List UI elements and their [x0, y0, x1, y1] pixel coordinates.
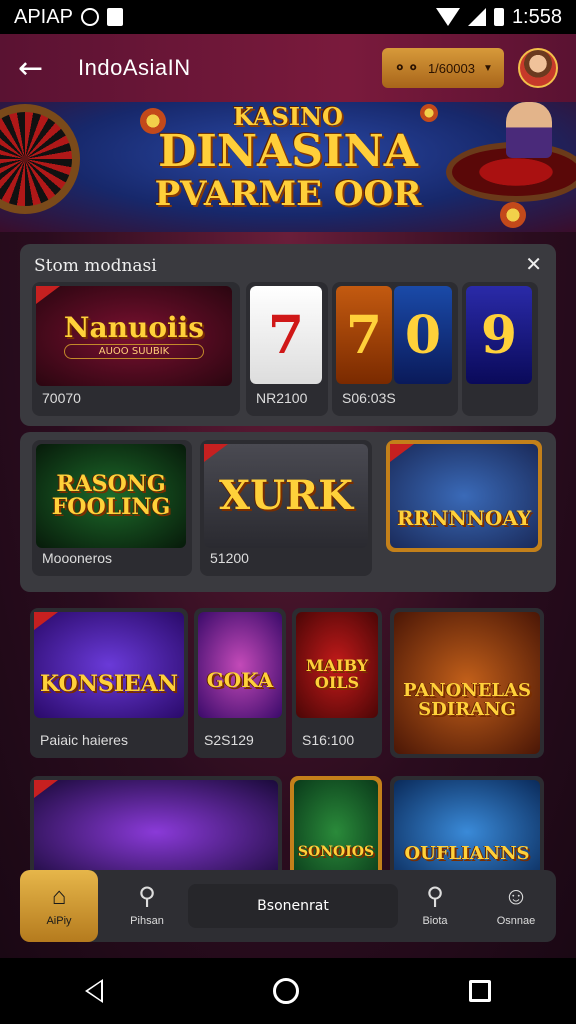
game-caption: Paiaic haieres — [40, 732, 128, 748]
app-title: IndoAsiaIN — [78, 55, 191, 80]
status-time: 1:558 — [511, 5, 562, 28]
game-thumbnail: XURK — [204, 444, 368, 548]
game-caption: S2S129 — [204, 732, 254, 748]
app-notification-icon — [106, 8, 123, 26]
system-recents-icon[interactable] — [469, 980, 491, 1002]
battery-icon — [493, 8, 504, 26]
game-thumbnail: Nanuoiis AUOO SUUBIK — [36, 286, 232, 386]
game-thumbnail: RASONG FOOLING — [36, 444, 186, 548]
search-icon: ⚲ — [138, 883, 156, 910]
game-caption: S06:03S — [342, 390, 396, 406]
nav-right1-label: Biota — [422, 915, 448, 927]
section-title: Stom modnasi — [34, 256, 157, 276]
status-bar: APIAP 1:558 — [0, 0, 576, 34]
game-title: XURK — [219, 472, 353, 519]
game-card[interactable]: PANONELAS SDIRANG — [390, 608, 544, 758]
home-icon: ⌂ — [51, 883, 67, 910]
slot-reel: 9 — [466, 286, 532, 384]
slot-reel: 7 — [336, 286, 392, 384]
chevron-down-icon: ▼ — [482, 62, 493, 74]
game-thumbnail: MAIBY OILS — [296, 612, 378, 718]
nav-item-right-1[interactable]: ⚲ Biota — [400, 870, 470, 942]
nav-right2-label: Osnnae — [496, 915, 536, 927]
game-title: GOKA — [206, 667, 274, 692]
game-title: PANONELAS SDIRANG — [402, 680, 532, 720]
game-title: KONSIEAN — [40, 671, 178, 698]
close-icon[interactable]: ✕ — [525, 252, 542, 276]
section-panel: RASONG FOOLING Moooneros XURK 51200 RRNN… — [20, 432, 556, 592]
game-title: MAIBY OILS — [305, 656, 369, 692]
wifi-icon — [435, 8, 460, 26]
game-card[interactable]: MAIBY OILS S16:100 — [292, 608, 382, 758]
nav-center-button[interactable]: Bsonenrat — [188, 884, 398, 928]
game-thumbnail: OUFLIANNS — [394, 780, 540, 884]
coins-icon: ⚬⚬ — [393, 60, 420, 77]
app-bar: ← IndoAsiaIN ⚬⚬ 1/60003 ▼ — [0, 34, 576, 102]
nav-item-right-2[interactable]: ☺ Osnnae — [478, 870, 554, 942]
game-thumbnail: SONOIOS — [294, 780, 378, 884]
game-thumbnail — [34, 780, 278, 884]
game-thumbnail: RRNNNOAY — [390, 444, 538, 548]
game-title: RRNNNOAY — [396, 505, 532, 530]
game-card[interactable]: 9 — [462, 282, 538, 416]
game-caption: 70070 — [42, 390, 81, 406]
game-caption: 51200 — [210, 550, 249, 566]
system-back-icon[interactable] — [85, 979, 103, 1003]
promo-banner[interactable]: KASINO DINASINA PVARME OOR — [0, 102, 576, 232]
banner-line-2: DINASINA — [158, 126, 418, 177]
game-thumbnail: PANONELAS SDIRANG — [394, 612, 540, 754]
slot-reel: 7 — [250, 286, 322, 384]
search-icon: ⚲ — [426, 883, 444, 910]
notification-icon — [80, 8, 99, 26]
nav-search[interactable]: ⚲ Pihsan — [112, 870, 182, 942]
nav-home[interactable]: ⌂ AiPiy — [20, 870, 98, 942]
nav-search-label: Pihsan — [130, 915, 164, 927]
game-title: Nanuoiis — [63, 310, 205, 344]
game-card[interactable]: 7 NR2100 — [246, 282, 328, 416]
nav-center-label: Bsonenrat — [257, 898, 329, 914]
game-list: Stom modnasi ✕ Nanuoiis AUOO SUUBIK 7007… — [0, 232, 576, 958]
section-panel: Stom modnasi ✕ Nanuoiis AUOO SUUBIK 7007… — [20, 244, 556, 426]
status-left-text: APIAP — [14, 5, 73, 28]
game-card[interactable]: 7 0 S06:03S — [332, 282, 458, 416]
avatar[interactable] — [518, 48, 558, 88]
game-caption: NR2100 — [256, 390, 308, 406]
game-thumbnail: KONSIEAN — [34, 612, 184, 718]
banner-line-3: PVARME OOR — [154, 174, 422, 214]
balance-value: 1/60003 — [427, 60, 475, 76]
game-card[interactable]: Nanuoiis AUOO SUUBIK 70070 — [32, 282, 240, 416]
game-card[interactable]: KONSIEAN Paiaic haieres — [30, 608, 188, 758]
user-icon: ☺ — [503, 883, 529, 910]
game-card[interactable]: GOKA S2S129 — [194, 608, 286, 758]
balance-dropdown[interactable]: ⚬⚬ 1/60003 ▼ — [382, 48, 504, 88]
signal-icon — [467, 8, 486, 26]
game-title: SONOIOS — [297, 843, 375, 860]
bottom-nav: ⌂ AiPiy ⚲ Pihsan Bsonenrat ⚲ Biota ☺ Osn… — [20, 870, 556, 942]
game-card[interactable]: RRNNNOAY — [386, 440, 542, 552]
system-nav-bar — [0, 958, 576, 1024]
game-subtitle: AUOO SUUBIK — [63, 344, 205, 360]
game-thumbnail: GOKA — [198, 612, 282, 718]
system-home-icon[interactable] — [273, 978, 299, 1004]
game-caption: S16:100 — [302, 732, 355, 748]
game-card[interactable]: XURK 51200 — [200, 440, 372, 576]
nav-home-label: AiPiy — [46, 915, 72, 927]
slot-reel: 0 — [394, 286, 452, 384]
game-card[interactable]: RASONG FOOLING Moooneros — [32, 440, 192, 576]
game-title: RASONG FOOLING — [51, 470, 171, 520]
game-title: OUFLIANNS — [404, 842, 530, 864]
back-arrow-icon[interactable]: ← — [18, 51, 58, 86]
game-caption: Moooneros — [42, 550, 113, 566]
